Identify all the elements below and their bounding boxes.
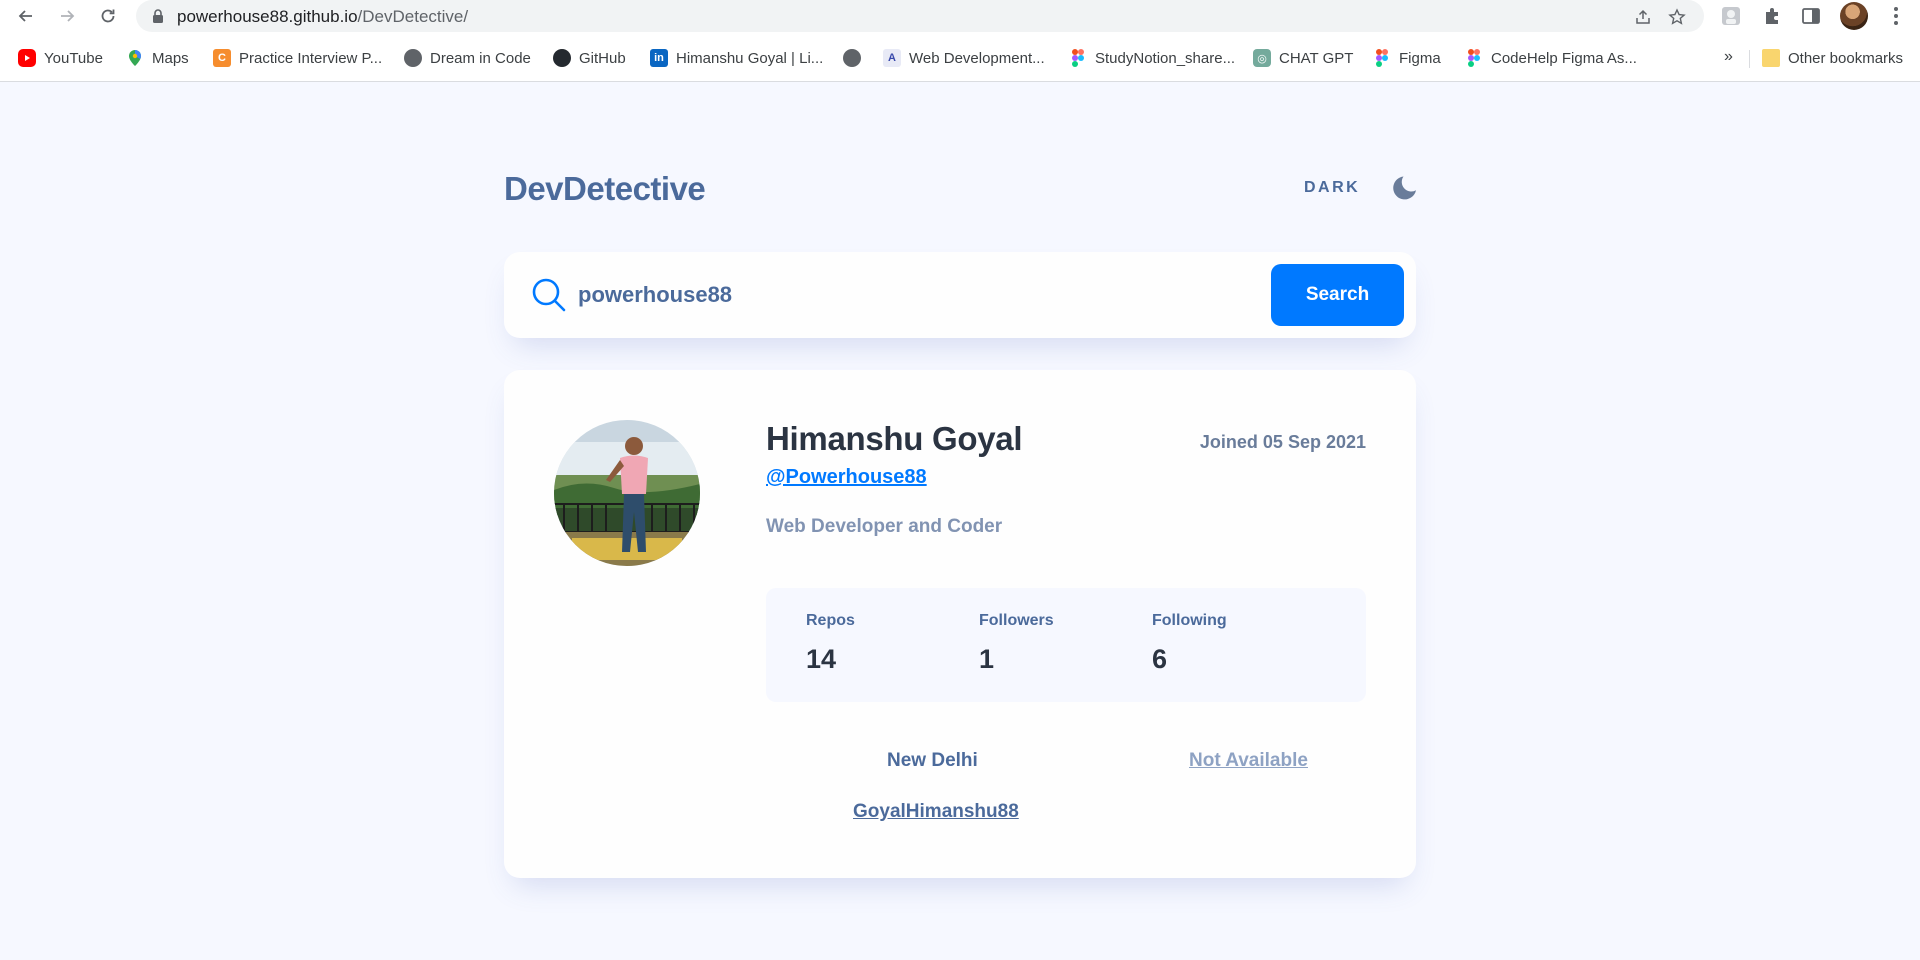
bookmark-label: Dream in Code [430, 49, 531, 67]
stat-label: Repos [806, 612, 855, 629]
bookmark-dream-in-code[interactable]: Dream in Code [404, 48, 531, 68]
bookmark-web-development[interactable]: A Web Development... [883, 48, 1045, 68]
other-bookmarks-label: Other bookmarks [1788, 49, 1904, 67]
bookmark-linkedin[interactable]: in Himanshu Goyal | Li... [650, 48, 823, 68]
bookmark-figma[interactable]: Figma [1373, 48, 1441, 68]
other-bookmarks[interactable]: Other bookmarks [1762, 48, 1903, 68]
share-icon[interactable] [1632, 6, 1654, 28]
browser-profile-avatar[interactable] [1840, 2, 1868, 30]
codestudio-icon: C [213, 49, 231, 67]
theme-toggle-label[interactable]: DARK [1304, 179, 1360, 197]
bookmark-globe[interactable] [843, 48, 861, 68]
stat-label: Followers [979, 612, 1054, 629]
lock-icon [153, 9, 163, 23]
stat-following: Following 6 [1152, 612, 1227, 675]
bookmark-label: Himanshu Goyal | Li... [676, 49, 824, 67]
webdev-icon: A [883, 49, 901, 67]
more-bookmarks-chevron[interactable]: » [1724, 48, 1733, 66]
stat-followers: Followers 1 [979, 612, 1054, 675]
bookmark-label: CHAT GPT [1279, 49, 1354, 67]
github-icon [553, 49, 571, 67]
youtube-icon [18, 49, 36, 67]
bookmark-label: YouTube [44, 49, 103, 67]
browser-toolbar: powerhouse88.github.io/DevDetective/ [0, 0, 1920, 32]
bookmark-label: StudyNotion_share... [1095, 49, 1236, 67]
joined-date: Joined 05 Sep 2021 [1199, 432, 1366, 452]
stat-value: 14 [806, 644, 837, 674]
profile-name: Himanshu Goyal [766, 420, 1023, 457]
search-bar: Search [504, 252, 1416, 338]
profile-handle-link[interactable]: @Powerhouse88 [766, 466, 927, 489]
stat-value: 6 [1152, 644, 1168, 674]
bookmark-codehelp-figma[interactable]: CodeHelp Figma As... [1465, 48, 1637, 68]
bookmark-label: CodeHelp Figma As... [1491, 49, 1637, 67]
side-panel-icon[interactable] [1799, 4, 1823, 28]
bookmark-studynotion[interactable]: StudyNotion_share... [1069, 48, 1235, 68]
bookmarks-bar: YouTube Maps C Practice Interview P... D… [0, 44, 1920, 72]
profile-bio: Web Developer and Coder [766, 516, 1003, 537]
profile-location: New Delhi [887, 750, 978, 771]
bookmark-label: Practice Interview P... [239, 49, 383, 67]
bookmark-label: Figma [1399, 49, 1441, 67]
bookmark-maps[interactable]: Maps [126, 48, 189, 68]
extension-profile-icon[interactable] [1719, 4, 1743, 28]
stat-value: 1 [979, 644, 995, 674]
bookmark-star-icon[interactable] [1666, 6, 1688, 28]
bookmarks-divider [1749, 50, 1750, 68]
stat-repos: Repos 14 [806, 612, 855, 675]
maps-icon [126, 49, 144, 67]
app-logo: DevDetective [504, 170, 706, 207]
browser-chrome: powerhouse88.github.io/DevDetective/ You… [0, 0, 1920, 82]
bookmark-label: GitHub [579, 49, 626, 67]
figma-icon [1069, 49, 1087, 67]
extensions-puzzle-icon[interactable] [1760, 4, 1784, 28]
chatgpt-icon: ◎ [1253, 49, 1271, 67]
profile-twitter-link[interactable]: GoyalHimanshu88 [853, 801, 1019, 823]
bookmark-label: Maps [152, 49, 189, 67]
profile-card: Himanshu Goyal Joined 05 Sep 2021 @Power… [504, 370, 1416, 878]
back-icon[interactable] [14, 4, 38, 28]
search-icon [532, 278, 566, 312]
figma-icon [1373, 49, 1391, 67]
moon-icon[interactable] [1390, 174, 1418, 202]
globe-icon [843, 49, 861, 67]
browser-menu-icon[interactable] [1884, 4, 1908, 28]
folder-icon [1762, 49, 1780, 67]
bookmark-github[interactable]: GitHub [553, 48, 626, 68]
url-text: powerhouse88.github.io/DevDetective/ [177, 7, 469, 26]
search-button[interactable]: Search [1271, 264, 1404, 326]
reload-icon[interactable] [96, 4, 120, 28]
stats-panel: Repos 14 Followers 1 Following 6 [766, 588, 1366, 702]
bookmark-youtube[interactable]: YouTube [18, 48, 103, 68]
forward-icon[interactable] [55, 4, 79, 28]
linkedin-icon: in [650, 49, 668, 67]
bookmark-chat-gpt[interactable]: ◎ CHAT GPT [1253, 48, 1353, 68]
figma-icon [1465, 49, 1483, 67]
profile-website-link[interactable]: Not Available [1189, 750, 1308, 772]
globe-icon [404, 49, 422, 67]
search-input[interactable] [578, 274, 1258, 316]
bookmark-label: Web Development... [909, 49, 1045, 67]
address-bar[interactable]: powerhouse88.github.io/DevDetective/ [136, 0, 1704, 32]
bookmark-practice-interview[interactable]: C Practice Interview P... [213, 48, 382, 68]
avatar [554, 420, 700, 566]
stat-label: Following [1152, 612, 1227, 629]
